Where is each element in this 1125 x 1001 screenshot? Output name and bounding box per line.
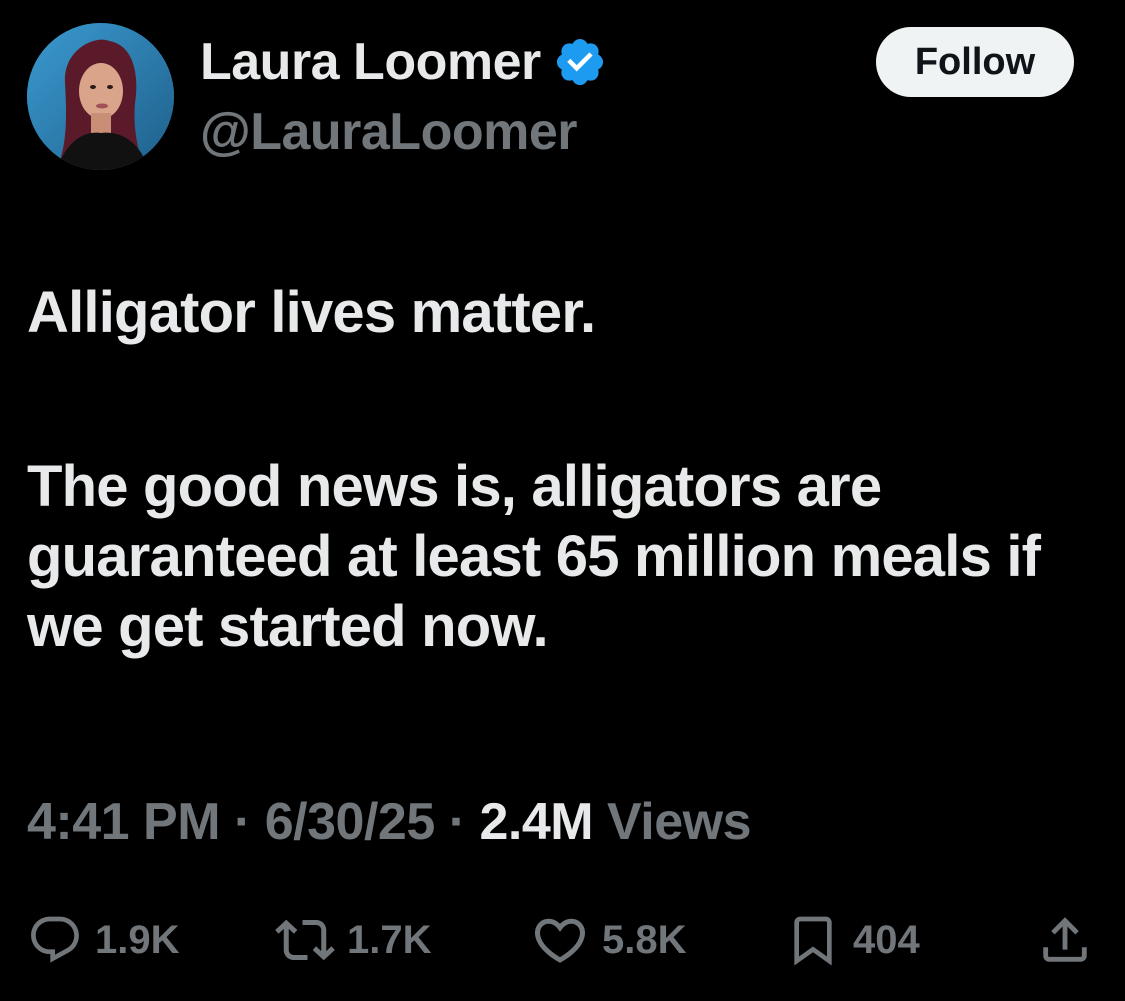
repost-button[interactable]: 1.7K: [275, 905, 432, 975]
author-handle[interactable]: @LauraLoomer: [200, 100, 578, 164]
tweet-paragraph: Alligator lives matter.: [27, 280, 596, 345]
share-icon: [1043, 917, 1087, 962]
display-name[interactable]: Laura Loomer: [200, 30, 541, 94]
follow-button[interactable]: Follow: [876, 27, 1074, 97]
repost-icon: [275, 919, 335, 961]
avatar[interactable]: [27, 23, 174, 170]
bookmark-button[interactable]: 404: [785, 905, 920, 975]
views-label: Views: [607, 793, 752, 851]
share-button[interactable]: [1036, 905, 1094, 975]
bookmark-icon: [794, 916, 832, 966]
like-button[interactable]: 5.8K: [530, 905, 687, 975]
meta-separator: ·: [233, 793, 265, 851]
reply-count: 1.9K: [95, 917, 180, 962]
author-name-row[interactable]: Laura Loomer: [200, 30, 607, 94]
meta-separator: ·: [448, 793, 480, 851]
verified-badge-icon: [553, 35, 607, 89]
reply-icon: [31, 916, 79, 963]
tweet-text: Alligator lives matter. The good news is…: [27, 278, 1097, 662]
tweet-time[interactable]: 4:41 PM: [27, 793, 221, 851]
tweet-card: Laura Loomer @LauraLoomer Follow Alligat…: [0, 0, 1125, 1001]
tweet-date[interactable]: 6/30/25: [265, 793, 436, 851]
tweet-meta: 4:41 PM · 6/30/25 · 2.4M Views: [27, 790, 752, 854]
action-bar: 1.9K 1.7K 5.8K 404: [0, 905, 1125, 975]
views-count[interactable]: 2.4M: [479, 793, 593, 851]
avatar-image: [27, 23, 174, 170]
bookmark-count: 404: [853, 917, 920, 962]
like-count: 5.8K: [602, 917, 687, 962]
tweet-paragraph: The good news is, alligators are guarant…: [27, 454, 1041, 659]
repost-count: 1.7K: [347, 917, 432, 962]
reply-button[interactable]: 1.9K: [27, 905, 180, 975]
heart-icon: [534, 918, 586, 963]
